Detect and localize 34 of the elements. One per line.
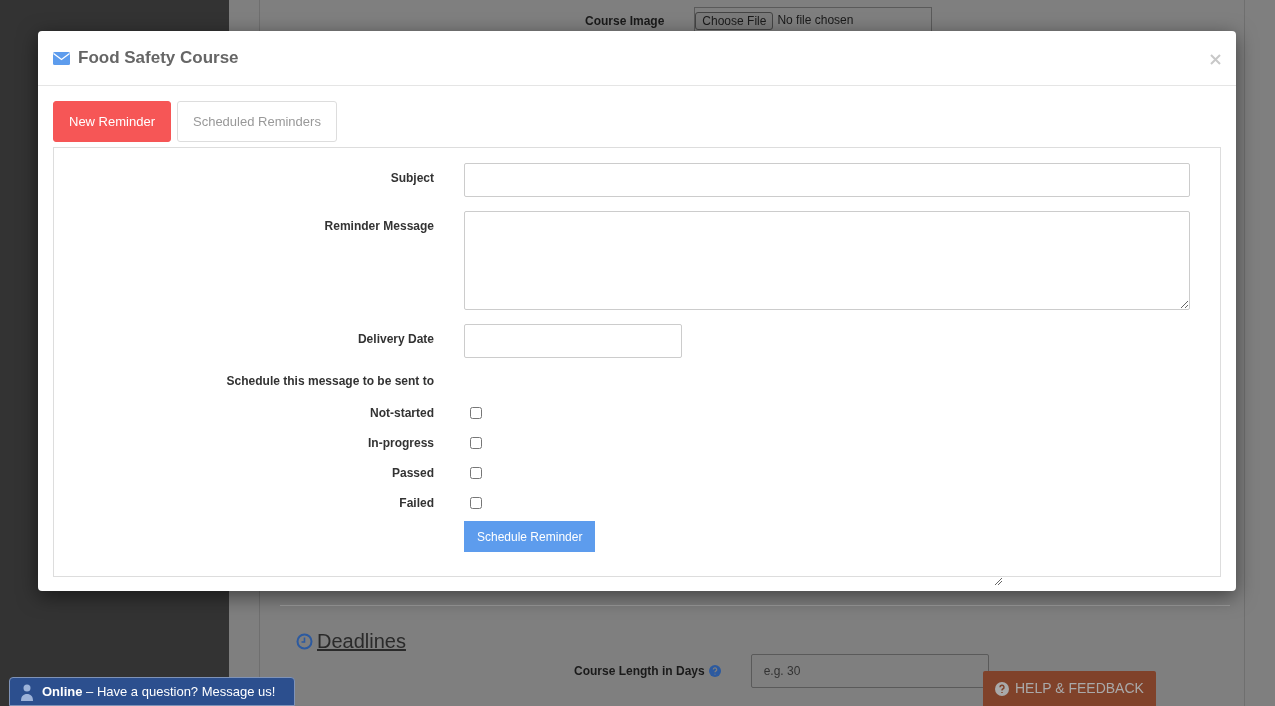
chat-message: Online – Have a question? Message us! xyxy=(42,682,276,701)
clock-icon xyxy=(296,632,313,650)
field-label: Course Length in Days xyxy=(574,663,705,680)
person-icon xyxy=(20,682,34,701)
date-field[interactable] xyxy=(464,324,682,358)
field-label: Delivery Date xyxy=(356,331,434,348)
checkbox[interactable] xyxy=(470,497,482,509)
checkbox-label: Failed xyxy=(398,495,434,512)
tab[interactable]: New Reminder xyxy=(53,101,171,142)
checkbox[interactable] xyxy=(470,407,482,419)
field-label: Subject xyxy=(389,170,434,187)
checkbox-label: In-progress xyxy=(367,435,434,452)
message-field[interactable] xyxy=(464,211,1190,310)
checkbox[interactable] xyxy=(470,467,482,479)
section-title: Deadlines xyxy=(317,629,406,654)
resize-grip-icon xyxy=(994,577,1003,586)
help-icon[interactable] xyxy=(708,665,721,677)
modal-title: Food Safety Course xyxy=(78,47,239,70)
checkbox-label: Passed xyxy=(390,465,434,482)
checkbox-label: Not-started xyxy=(369,405,434,422)
course-length-field[interactable]: e.g. 30 xyxy=(750,654,989,688)
section-label: Schedule this message to be sent to xyxy=(225,373,434,390)
subject-field[interactable] xyxy=(464,163,1190,197)
tab[interactable]: Scheduled Reminders xyxy=(177,101,337,142)
help-feedback-button[interactable]: HELP & FEEDBACK xyxy=(983,671,1156,706)
file-status: No file chosen xyxy=(777,12,854,29)
field-label: Course Image xyxy=(585,13,665,30)
checkbox[interactable] xyxy=(470,437,482,449)
schedule-reminder-button[interactable]: Schedule Reminder xyxy=(464,521,596,552)
envelope-icon xyxy=(53,51,70,65)
field-label: Reminder Message xyxy=(323,218,434,235)
chat-widget[interactable]: Online – Have a question? Message us! xyxy=(9,677,295,706)
help-icon xyxy=(995,681,1009,696)
choose-file-button[interactable]: Choose File xyxy=(695,12,774,30)
